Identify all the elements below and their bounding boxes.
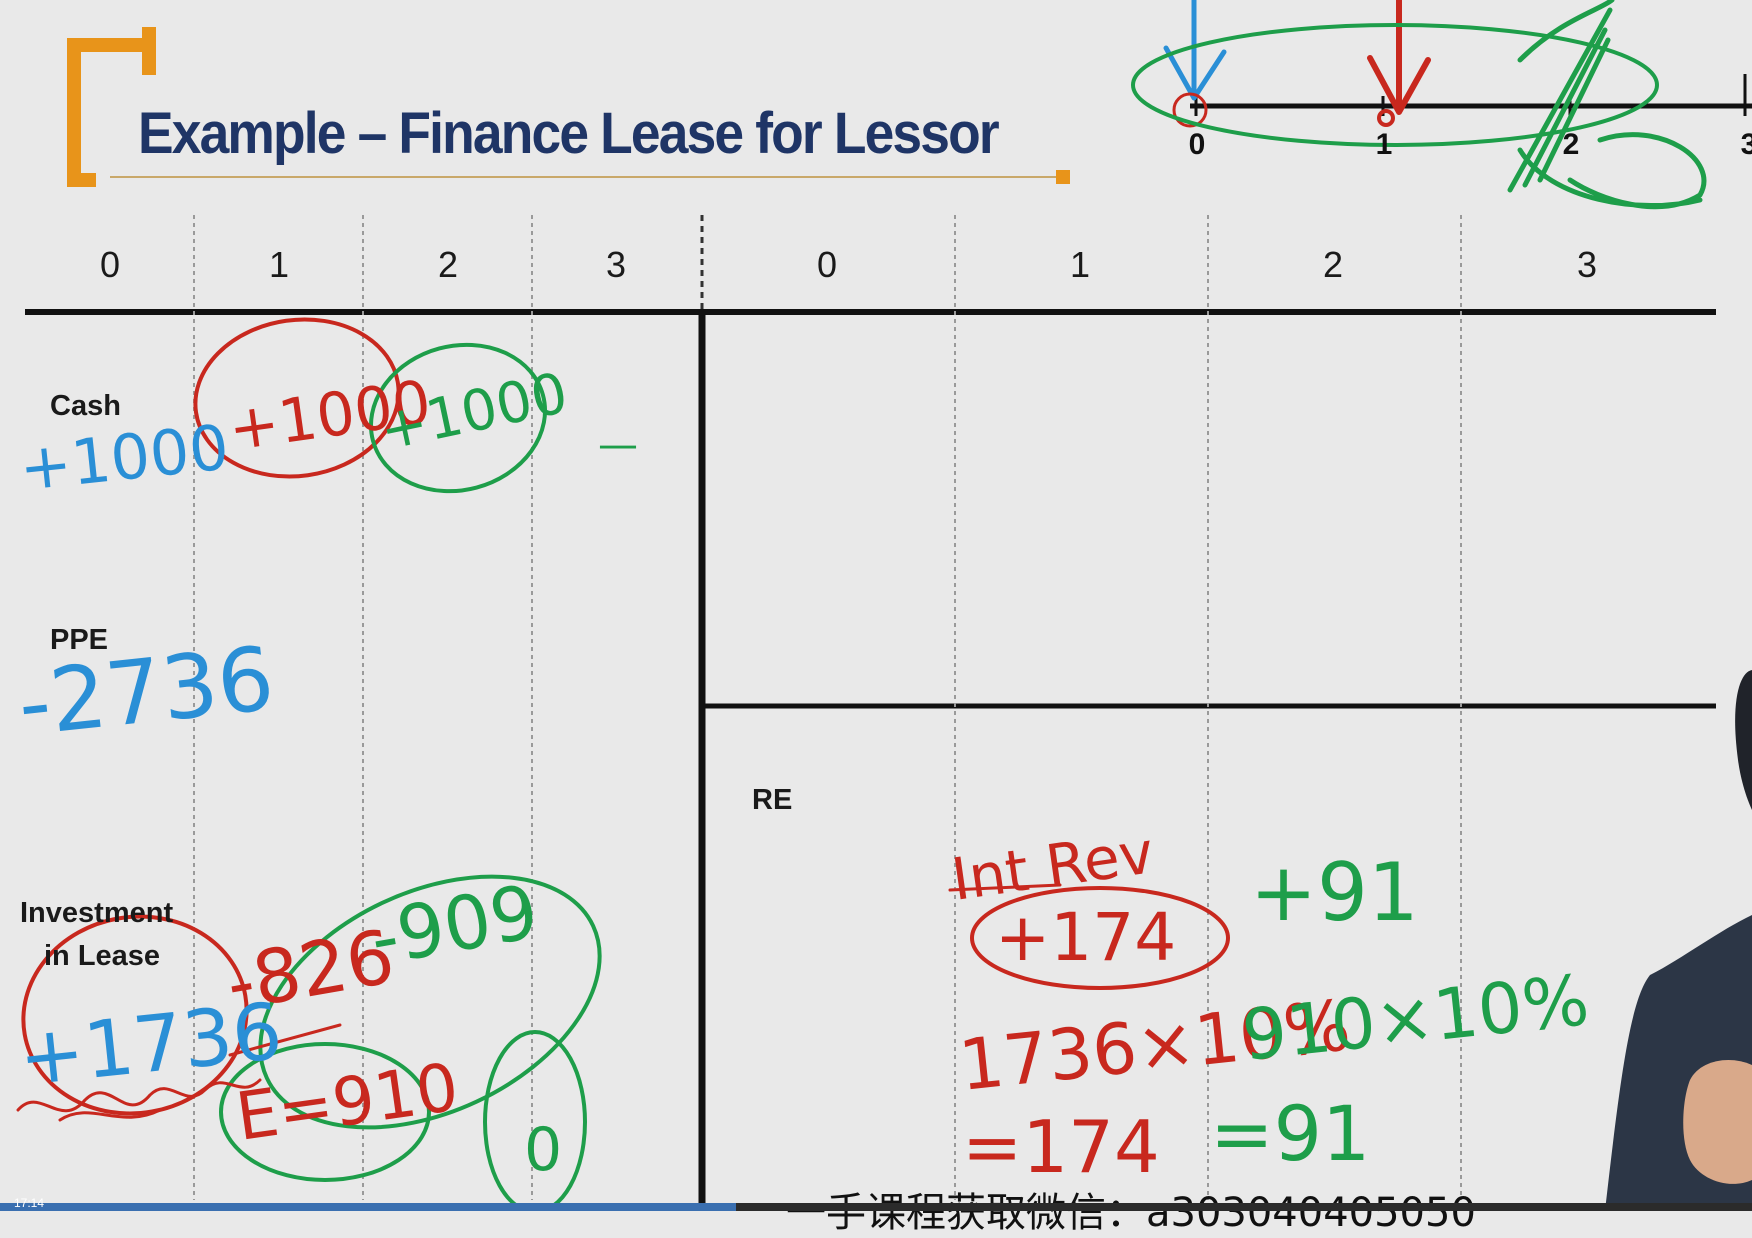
presenter-image <box>1605 670 1752 1211</box>
presenter-hands <box>1683 1060 1752 1184</box>
slide-canvas: Example – Finance Lease for Lessor 0 1 2… <box>0 0 1752 1236</box>
progress-bar-fill[interactable] <box>0 1203 736 1211</box>
presenter-head <box>1735 670 1752 810</box>
playback-time: 17:14 <box>14 1196 45 1210</box>
